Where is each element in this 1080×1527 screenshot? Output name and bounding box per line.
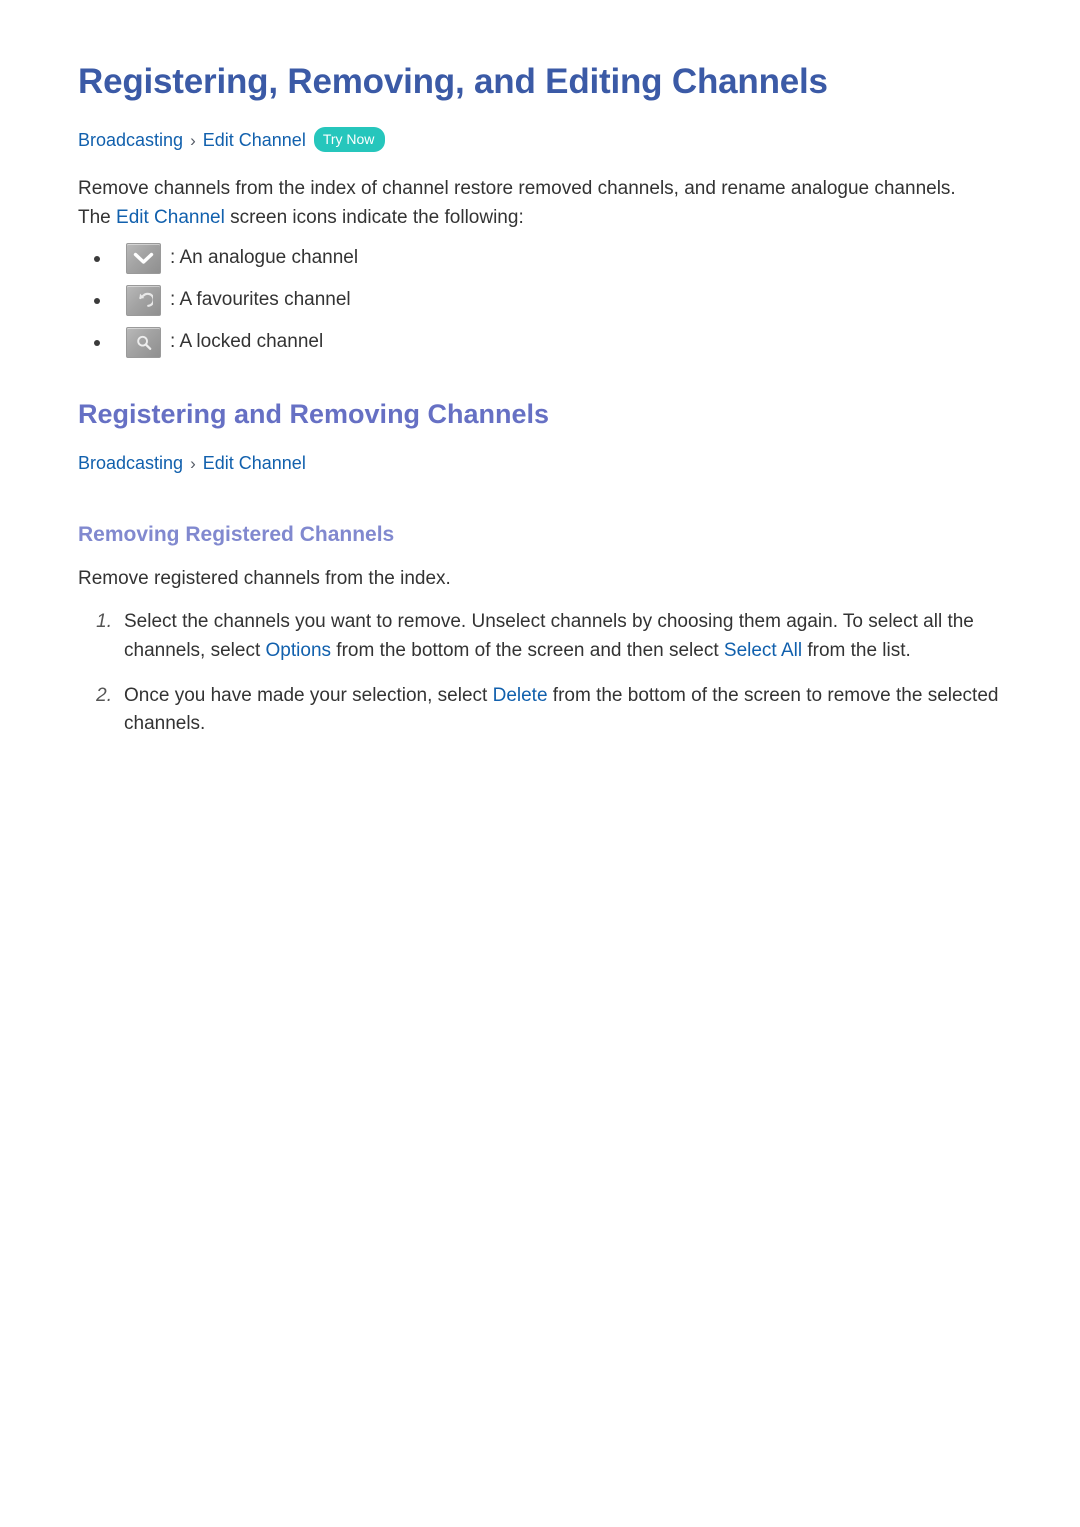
- lock-magnifier-icon: [126, 327, 161, 358]
- list-item: : A favourites channel: [78, 285, 1020, 316]
- step-text-part-2: from the bottom of the screen and then s…: [331, 639, 724, 661]
- link-edit-channel[interactable]: Edit Channel: [116, 207, 225, 228]
- link-delete[interactable]: Delete: [493, 685, 548, 706]
- subsection-intro: Remove registered channels from the inde…: [78, 567, 451, 589]
- step-number: 2.: [96, 684, 112, 706]
- list-item: 2. Once you have made your selection, se…: [78, 682, 1020, 740]
- try-now-badge[interactable]: Try Now: [313, 127, 386, 153]
- breadcrumb-item-edit-channel[interactable]: Edit Channel: [203, 452, 306, 475]
- link-select-all[interactable]: Select All: [724, 640, 802, 661]
- subsection-heading: Removing Registered Channels: [78, 522, 395, 546]
- breadcrumb-item-broadcasting[interactable]: Broadcasting: [78, 129, 183, 152]
- steps-list: 1. Select the channels you want to remov…: [78, 608, 1020, 740]
- breadcrumb-separator-icon: ›: [190, 130, 196, 150]
- step-text: Select the channels you want to remove. …: [124, 608, 1009, 666]
- icon-legend-label: : A locked channel: [170, 331, 324, 353]
- breadcrumb-item-edit-channel[interactable]: Edit Channel: [203, 129, 306, 152]
- step-text: Once you have made your selection, selec…: [124, 682, 1009, 740]
- step-text-part-3: from the list.: [802, 639, 911, 661]
- intro-line-1: Remove channels from the index of channe…: [78, 178, 956, 200]
- icon-legend-list: : An analogue channel : A favourites cha…: [78, 243, 1020, 358]
- breadcrumb-separator-icon: ›: [190, 454, 196, 474]
- breadcrumb-item-broadcasting[interactable]: Broadcasting: [78, 452, 183, 475]
- breadcrumb-section: Broadcasting › Edit Channel: [78, 452, 1020, 475]
- intro-paragraph: Remove channels from the index of channe…: [78, 175, 1018, 233]
- intro-line-2-suffix: screen icons indicate the following:: [224, 207, 524, 229]
- step-number: 1.: [96, 610, 112, 632]
- bullet-icon: [94, 255, 100, 262]
- icon-legend-label: : A favourites channel: [170, 289, 351, 311]
- bullet-icon: [94, 297, 100, 304]
- list-item: : An analogue channel: [78, 243, 1020, 274]
- undo-arrow-icon: [126, 285, 161, 316]
- document-page: Registering, Removing, and Editing Chann…: [0, 0, 1080, 1527]
- list-item: : A locked channel: [78, 327, 1020, 358]
- intro-line-2-prefix: The: [78, 207, 117, 229]
- link-options[interactable]: Options: [266, 640, 331, 661]
- bullet-icon: [94, 339, 100, 346]
- step-text-part-1: Once you have made your selection, selec…: [124, 684, 493, 706]
- chevron-down-icon: [126, 243, 161, 274]
- section-heading: Registering and Removing Channels: [78, 399, 550, 429]
- breadcrumb-top: Broadcasting › Edit Channel Try Now: [78, 127, 1020, 153]
- icon-legend-label: : An analogue channel: [170, 247, 359, 269]
- list-item: 1. Select the channels you want to remov…: [78, 608, 1020, 666]
- page-title: Registering, Removing, and Editing Chann…: [78, 62, 828, 101]
